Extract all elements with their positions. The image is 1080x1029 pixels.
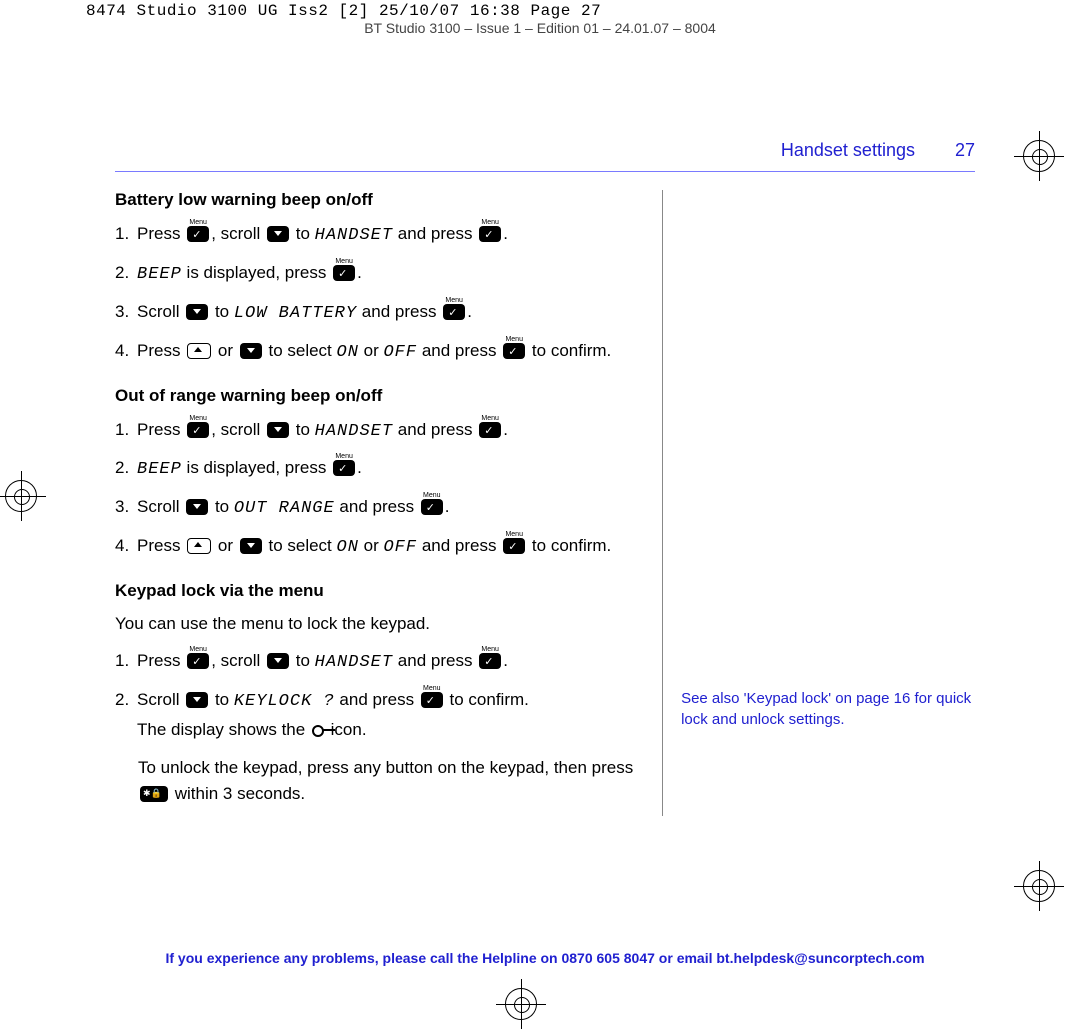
s1-step2: 2.BEEP is displayed, press . [115,259,644,290]
registration-mark-right-bottom [1023,870,1055,902]
page-number: 27 [955,140,975,161]
scroll-down-icon [240,538,262,554]
scroll-down-icon [186,304,208,320]
menu-ok-icon [443,304,465,320]
s2-step3: 3.Scroll to OUT RANGE and press . [115,493,644,524]
key-lock-icon [312,725,324,737]
registration-mark-right-top [1023,140,1055,172]
main-column: Battery low warning beep on/off 1.Press … [115,190,663,816]
star-lock-icon [140,786,168,802]
page-header: Handset settings 27 [115,140,975,172]
crop-mark-text: 8474 Studio 3100 UG Iss2 [2] 25/10/07 16… [86,2,601,20]
s3-intro: You can use the menu to lock the keypad. [115,611,644,637]
s2-step4: 4.Press or to select ON or OFF and press… [115,532,644,563]
menu-ok-icon [503,343,525,359]
registration-mark-bottom [505,988,537,1020]
scroll-down-icon [186,692,208,708]
s3-step1: 1.Press , scroll to HANDSET and press . [115,647,644,678]
scroll-up-icon [187,538,211,554]
menu-ok-icon [187,653,209,669]
s3-step2: 2.Scroll to KEYLOCK ? and press to confi… [115,686,644,746]
side-column: See also 'Keypad lock' on page 16 for qu… [663,190,975,816]
s1-step4: 4.Press or to select ON or OFF and press… [115,337,644,368]
step-number: 4. [115,532,137,561]
step-number: 1. [115,416,137,445]
s1-step1: 1.Press , scroll to HANDSET and press . [115,220,644,251]
page-content: Handset settings 27 Battery low warning … [115,140,975,816]
heading-battery-low: Battery low warning beep on/off [115,190,644,210]
step-number: 2. [115,686,137,715]
section-title: Handset settings [781,140,915,161]
menu-ok-icon [333,460,355,476]
scroll-up-icon [187,343,211,359]
step-number: 3. [115,493,137,522]
s2-step2: 2.BEEP is displayed, press . [115,454,644,485]
s3-unlock-note: To unlock the keypad, press any button o… [115,755,644,806]
heading-out-of-range: Out of range warning beep on/off [115,386,644,406]
scroll-down-icon [267,226,289,242]
scroll-down-icon [240,343,262,359]
menu-ok-icon [187,422,209,438]
menu-ok-icon [421,499,443,515]
step-number: 1. [115,220,137,249]
scroll-down-icon [267,653,289,669]
menu-ok-icon [479,422,501,438]
side-note-keypad-lock: See also 'Keypad lock' on page 16 for qu… [681,688,975,730]
scroll-down-icon [186,499,208,515]
menu-ok-icon [503,538,525,554]
ghost-header: BT Studio 3100 – Issue 1 – Edition 01 – … [0,20,1080,36]
menu-ok-icon [479,226,501,242]
menu-ok-icon [421,692,443,708]
registration-mark-left [5,480,37,512]
step-number: 2. [115,454,137,483]
step-number: 3. [115,298,137,327]
step-number: 1. [115,647,137,676]
s1-step3: 3.Scroll to LOW BATTERY and press . [115,298,644,329]
menu-ok-icon [187,226,209,242]
menu-ok-icon [333,265,355,281]
heading-keypad-lock: Keypad lock via the menu [115,581,644,601]
step-number: 2. [115,259,137,288]
step-number: 4. [115,337,137,366]
s2-step1: 1.Press , scroll to HANDSET and press . [115,416,644,447]
helpline-footer: If you experience any problems, please c… [115,950,975,966]
menu-ok-icon [479,653,501,669]
scroll-down-icon [267,422,289,438]
